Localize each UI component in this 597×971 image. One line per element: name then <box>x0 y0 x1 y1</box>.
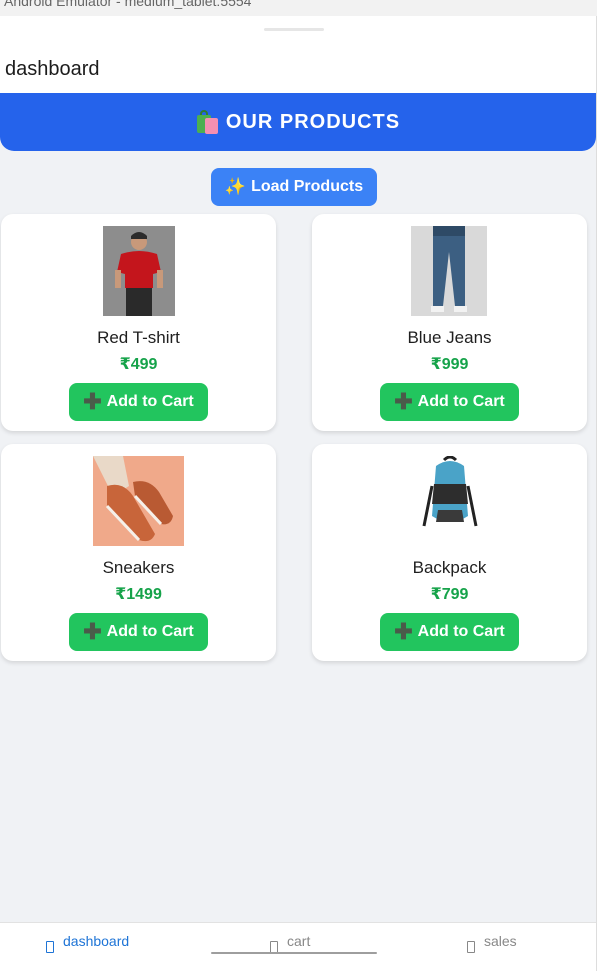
page-title: dashboard <box>5 58 100 80</box>
nav-label-cart: cart <box>287 933 311 949</box>
add-to-cart-button[interactable]: ✚ Add to Cart <box>380 383 519 421</box>
gesture-home-bar[interactable] <box>211 952 377 954</box>
product-card: Red T-shirt ₹499 ✚ Add to Cart <box>1 214 276 431</box>
app-header: dashboard <box>0 16 596 93</box>
shopping-bags-icon <box>196 110 218 134</box>
add-to-cart-label: Add to Cart <box>106 623 194 640</box>
emulator-title-bar: Android Emulator - medium_tablet:5554 <box>0 0 597 16</box>
plus-icon: ✚ <box>394 619 413 644</box>
product-price: ₹499 <box>119 356 158 373</box>
add-to-cart-button[interactable]: ✚ Add to Cart <box>380 613 519 651</box>
add-to-cart-label: Add to Cart <box>417 623 505 640</box>
nav-label-dashboard: dashboard <box>63 933 130 949</box>
product-name: Red T-shirt <box>97 328 180 347</box>
plus-icon: ✚ <box>83 619 102 644</box>
product-price: ₹799 <box>430 586 469 603</box>
nav-item-sales[interactable]: sales <box>467 933 517 953</box>
plus-icon: ✚ <box>394 389 413 414</box>
nav-item-cart[interactable]: cart <box>270 933 311 953</box>
add-to-cart-button[interactable]: ✚ Add to Cart <box>69 383 208 421</box>
product-card: Sneakers ₹1499 ✚ Add to Cart <box>1 444 276 661</box>
red-tshirt-image <box>103 226 175 316</box>
plus-icon: ✚ <box>83 389 102 414</box>
add-to-cart-button[interactable]: ✚ Add to Cart <box>69 613 208 651</box>
product-name: Sneakers <box>102 558 175 577</box>
add-to-cart-label: Add to Cart <box>417 393 505 410</box>
drag-handle[interactable] <box>264 28 324 31</box>
product-name: Blue Jeans <box>407 328 492 347</box>
load-products-button[interactable]: ✨ Load Products <box>211 168 377 206</box>
product-price: ₹1499 <box>115 586 162 603</box>
product-card: Blue Jeans ₹999 ✚ Add to Cart <box>312 214 587 431</box>
product-card: Backpack ₹799 ✚ Add to Cart <box>312 444 587 661</box>
backpack-image <box>414 456 486 546</box>
sparkles-icon: ✨ <box>224 177 247 196</box>
products-banner: OUR PRODUCTS <box>0 93 596 151</box>
emulator-title: Android Emulator - medium_tablet:5554 <box>4 0 252 9</box>
dashboard-icon <box>46 941 54 953</box>
product-price: ₹999 <box>430 356 469 373</box>
product-name: Backpack <box>412 558 487 577</box>
app-window: dashboard OUR PRODUCTS ✨ Load Products R… <box>0 16 596 971</box>
add-to-cart-label: Add to Cart <box>106 393 194 410</box>
load-products-label: Load Products <box>251 178 364 195</box>
nav-item-dashboard[interactable]: dashboard <box>46 933 130 953</box>
nav-label-sales: sales <box>484 933 517 949</box>
banner-title: OUR PRODUCTS <box>225 110 401 133</box>
sneakers-image <box>93 456 184 546</box>
sales-icon <box>467 941 475 953</box>
bottom-navigation: dashboard cart sales <box>0 922 596 971</box>
blue-jeans-image <box>411 226 487 316</box>
